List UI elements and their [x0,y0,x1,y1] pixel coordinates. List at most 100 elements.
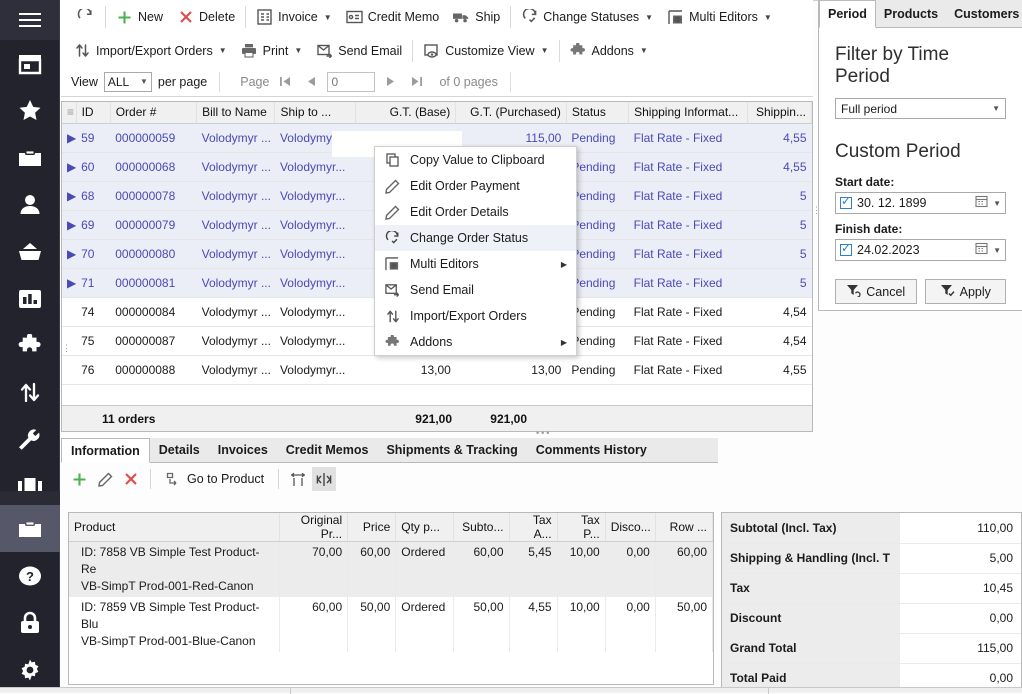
cell-gt-base[interactable]: 13,00 [355,355,456,385]
cancel-button[interactable]: Cancel [835,279,917,304]
col-ship-to[interactable]: Ship to ... [274,102,356,124]
chevron-down-icon[interactable]: ▼ [993,199,1001,208]
cell-subtotal[interactable]: 50,00 [453,597,510,652]
prev-page-button[interactable] [301,72,321,92]
menu-item-multi-editors[interactable]: ✳ Multi Editors ▶ [375,251,576,277]
cell-shipping-amount[interactable]: 5 [747,210,812,240]
fit-columns-button[interactable] [286,467,310,491]
import-export-orders-button[interactable]: Import/Export Orders ▼ [67,38,234,64]
cell-shipping-information[interactable]: Flat Rate - Fixed [628,297,748,327]
tab-invoices[interactable]: Invoices [209,438,277,462]
tab-credit-memos[interactable]: Credit Memos [277,438,378,462]
tab-customers[interactable]: Customers [946,0,1022,27]
new-button[interactable]: New [109,4,170,30]
row-expander[interactable]: ▶ [62,268,77,298]
cell-id[interactable]: 74 [76,297,111,327]
cell-shipping-amount[interactable]: 4,55 [747,152,812,182]
calendar-icon[interactable] [975,242,988,258]
pcol-tax-amount[interactable]: Tax A... [509,513,558,542]
cell-product-name[interactable]: ID: 7858 VB Simple Test Product-Re VB-Sim… [69,541,280,597]
cell-bill-to-name[interactable]: Volodymyr ... [196,123,275,153]
cell-subtotal[interactable]: 60,00 [453,541,510,597]
sidebar-item-favorites[interactable] [0,87,59,134]
row-expander[interactable]: ▶ [62,239,77,269]
cell-id[interactable]: 59 [76,123,111,153]
cell-ship-to[interactable]: Volodymyr... [274,239,356,269]
panel-splitter[interactable]: ⋮ [812,205,822,216]
table-row[interactable]: ID: 7859 VB Simple Test Product-Blu VB-Si… [69,597,713,652]
col-order-number[interactable]: Order # [110,102,198,124]
multi-editors-button[interactable]: ✳ Multi Editors ▼ [660,4,779,30]
next-page-button[interactable] [381,72,401,92]
sidebar-item-orders-active[interactable] [0,505,60,552]
cell-shipping-amount[interactable]: 4,55 [747,355,812,385]
cell-shipping-information[interactable]: Flat Rate - Fixed [628,210,748,240]
tab-information[interactable]: Information [61,438,150,463]
cell-ship-to[interactable]: Volodymyr... [274,268,356,298]
pcol-row-total[interactable]: Row ... [655,513,713,542]
menu-item-change-order-status[interactable]: Change Order Status [375,225,576,251]
delete-product-button[interactable] [119,467,143,491]
addons-button[interactable]: Addons ▼ [563,38,655,64]
cell-shipping-information[interactable]: Flat Rate - Fixed [628,355,748,385]
edit-product-button[interactable] [93,467,117,491]
sidebar-item-help[interactable]: ? [0,552,60,599]
cell-id[interactable]: 69 [76,210,111,240]
cell-order-number[interactable]: 000000081 [110,268,197,298]
menu-item-edit-order-payment[interactable]: Edit Order Payment [375,173,576,199]
cell-order-number[interactable]: 000000084 [110,297,197,327]
sidebar-item-import-export[interactable] [0,369,59,416]
menu-item-import-export-orders[interactable]: Import/Export Orders [375,303,576,329]
sidebar-item-lock[interactable] [0,599,60,646]
credit-memo-button[interactable]: Credit Memo [339,4,447,30]
cell-id[interactable]: 70 [76,239,111,269]
cell-product-name[interactable]: ID: 7859 VB Simple Test Product-Blu VB-Si… [69,597,280,652]
col-bill-to-name[interactable]: Bill to Name [196,102,276,124]
cell-tax-percent[interactable]: 10,00 [557,541,606,597]
pcol-subtotal[interactable]: Subto... [453,513,510,542]
table-row[interactable]: 76 000000088 Volodymyr ... Volodymyr... 13,0… [62,355,812,385]
cell-row-total[interactable]: 50,00 [655,597,713,652]
cell-discount[interactable]: 0,00 [605,597,656,652]
col-gt-base[interactable]: G.T. (Base) [355,102,457,124]
cell-ship-to[interactable]: Volodymyr... [274,355,356,385]
cell-ship-to[interactable]: Volodymyr... [274,210,356,240]
delete-button[interactable]: Delete [170,4,242,30]
cell-ship-to[interactable]: Volodymyr... [274,297,356,327]
sidebar-item-products[interactable] [0,228,59,275]
cell-order-number[interactable]: 000000080 [110,239,197,269]
cell-price[interactable]: 60,00 [347,541,397,597]
cell-qty[interactable]: Ordered [395,597,455,652]
col-status[interactable]: Status [566,102,630,124]
cell-ship-to[interactable]: Volodymyr... [274,181,356,211]
cell-id[interactable]: 68 [76,181,111,211]
col-shipping-information[interactable]: Shipping Informat... [628,102,748,124]
pcol-product[interactable]: Product [69,513,280,542]
cell-bill-to-name[interactable]: Volodymyr ... [196,152,275,182]
cell-shipping-amount[interactable]: 5 [747,239,812,269]
sidebar-item-orders[interactable] [0,134,59,181]
menu-item-send-email[interactable]: Send Email [375,277,576,303]
finish-date-field[interactable]: 24.02.2023 ▼ [835,239,1006,261]
cell-shipping-information[interactable]: Flat Rate - Fixed [628,239,748,269]
invoice-button[interactable]: Invoice ▼ [249,4,339,30]
cell-shipping-information[interactable]: Flat Rate - Fixed [628,181,748,211]
cell-row-total[interactable]: 60,00 [655,541,713,597]
cell-price[interactable]: 50,00 [347,597,397,652]
customize-view-button[interactable]: Customize View ▼ [416,38,555,64]
start-date-field[interactable]: 30. 12. 1899 ▼ [835,192,1006,214]
cell-qty[interactable]: Ordered [395,541,455,597]
ship-button[interactable]: Ship [446,4,507,30]
cell-shipping-amount[interactable]: 5 [747,268,812,298]
menu-item-copy-value-to-clipboard[interactable]: Copy Value to Clipboard [375,147,576,173]
expand-columns-button[interactable] [312,467,337,491]
tab-comments-history[interactable]: Comments History [527,438,656,462]
tab-products[interactable]: Products [876,0,946,27]
sidebar-item-store[interactable] [0,40,59,87]
col-shipping-amount[interactable]: Shippin... [747,102,812,124]
cell-id[interactable]: 71 [76,268,111,298]
pcol-price[interactable]: Price [347,513,397,542]
row-expander[interactable]: ▶ [62,181,77,211]
finish-date-checkbox[interactable] [840,241,852,256]
cell-tax-percent[interactable]: 10,00 [557,597,606,652]
